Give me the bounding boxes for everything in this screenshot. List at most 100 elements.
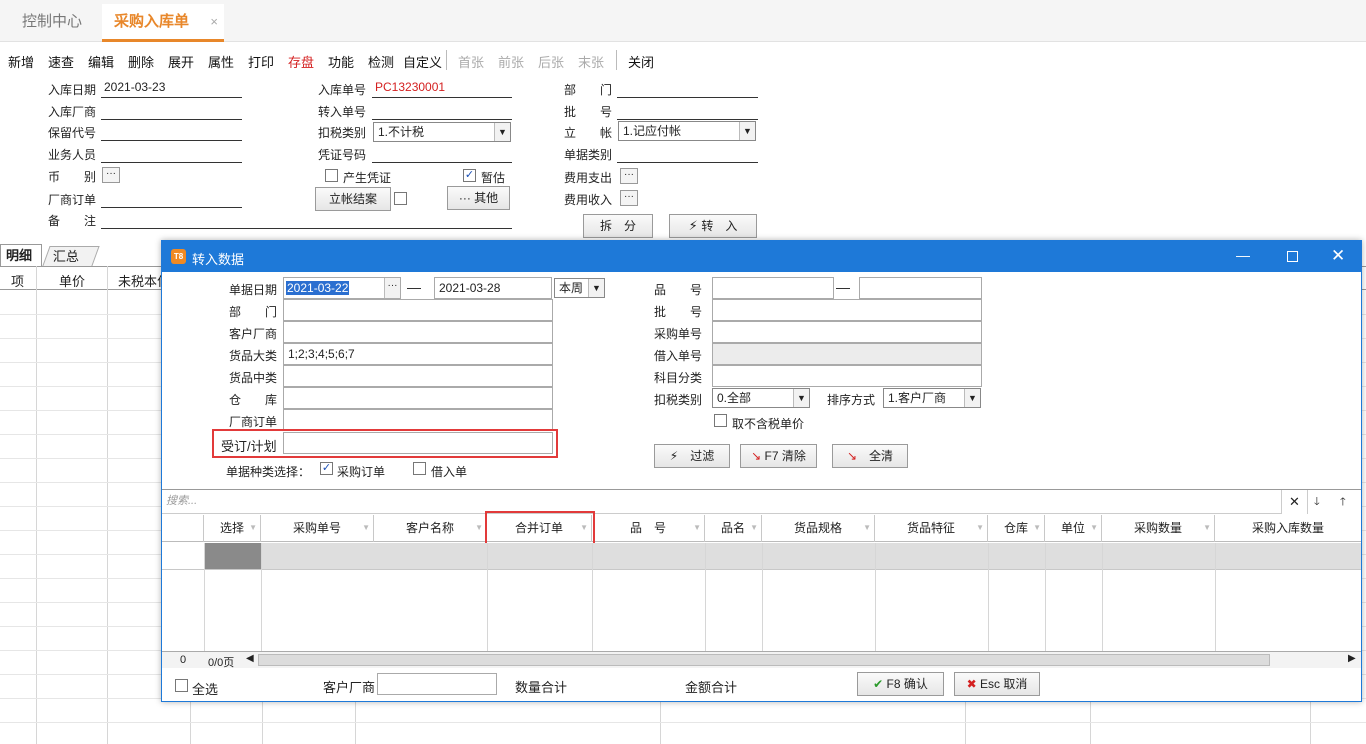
- col-item-feature[interactable]: 货品特征 ▼: [875, 515, 988, 542]
- other-button[interactable]: ··· 其他: [447, 186, 510, 210]
- clear-button[interactable]: ↘ F7 清除: [740, 444, 817, 468]
- subject-class-filter[interactable]: [712, 365, 982, 387]
- tab-purchase-receipt[interactable]: 采购入库单 ×: [102, 4, 224, 42]
- po-checkbox[interactable]: ✓: [320, 462, 333, 475]
- toolbar-save[interactable]: 存盘: [288, 52, 314, 71]
- cancel-button[interactable]: ✖ Esc 取消: [954, 672, 1040, 696]
- col-unit[interactable]: 单位 ▼: [1045, 515, 1102, 542]
- salesperson-field[interactable]: [101, 143, 242, 163]
- supplier-field[interactable]: [101, 100, 242, 120]
- tab-summary[interactable]: 汇总: [42, 246, 100, 266]
- col-warehouse[interactable]: 仓库 ▼: [988, 515, 1045, 542]
- currency-picker-button[interactable]: ···: [102, 167, 120, 183]
- toolbar-delete[interactable]: 删除: [128, 52, 154, 71]
- toolbar-new[interactable]: 新增: [8, 52, 34, 71]
- department-filter[interactable]: [283, 299, 553, 321]
- item-subcategory-filter[interactable]: [283, 365, 553, 387]
- toolbar-close[interactable]: 关闭: [628, 52, 654, 71]
- toolbar-properties[interactable]: 属性: [208, 52, 234, 71]
- col-select[interactable]: 选择 ▼: [204, 515, 261, 542]
- tab-detail[interactable]: 明细: [0, 244, 42, 266]
- label-remark: 备 注: [48, 214, 97, 228]
- toolbar-last[interactable]: 末张: [578, 52, 604, 71]
- toolbar-expand[interactable]: 展开: [168, 52, 194, 71]
- tax-type-filter[interactable]: 0.全部 ▼: [712, 388, 810, 408]
- arrow-down-icon[interactable]: 🡓: [1314, 493, 1320, 512]
- customer-footer-input[interactable]: [377, 673, 497, 695]
- col-item-spec[interactable]: 货品规格 ▼: [762, 515, 875, 542]
- batch-filter[interactable]: [712, 299, 982, 321]
- gen-voucher-checkbox[interactable]: [325, 169, 338, 182]
- item-no-to[interactable]: [859, 277, 982, 299]
- toolbar-check[interactable]: 检测: [368, 52, 394, 71]
- item-category-filter[interactable]: 1;2;3;4;5;6;7: [283, 343, 553, 365]
- close-tab-icon[interactable]: ×: [210, 4, 218, 40]
- select-all-checkbox[interactable]: [175, 679, 188, 692]
- toolbar-customize[interactable]: 自定义: [403, 52, 442, 71]
- col-item-no[interactable]: 品 号 ▼: [592, 515, 705, 542]
- transfer-no-field[interactable]: [372, 100, 512, 120]
- period-value: 本周: [559, 281, 584, 295]
- toolbar-edit[interactable]: 编辑: [88, 52, 114, 71]
- col-po-qty[interactable]: 采购数量 ▼: [1102, 515, 1215, 542]
- col-item-feature-label: 货品特征: [906, 521, 955, 535]
- doc-category-field[interactable]: [617, 143, 758, 163]
- horizontal-scrollbar[interactable]: [258, 654, 1270, 666]
- supplier-order-field[interactable]: [101, 188, 242, 208]
- clear-search-icon[interactable]: ✕: [1289, 494, 1300, 510]
- date-to-field[interactable]: 2021-03-28: [434, 277, 552, 299]
- estimate-checkbox[interactable]: ✓: [463, 169, 476, 182]
- warehouse-filter[interactable]: [283, 387, 553, 409]
- toolbar-functions[interactable]: 功能: [328, 52, 354, 71]
- department-field[interactable]: [617, 78, 758, 98]
- toolbar-next[interactable]: 后张: [538, 52, 564, 71]
- settle-button[interactable]: 立帐结案: [315, 187, 391, 211]
- col-po-no[interactable]: 采购单号 ▼: [261, 515, 374, 542]
- receipt-date-field[interactable]: 2021-03-23: [101, 78, 242, 98]
- remark-field[interactable]: [101, 209, 512, 229]
- transfer-in-label: 转 入: [701, 219, 738, 233]
- date-from-picker-icon[interactable]: ···: [384, 278, 400, 298]
- minimize-icon[interactable]: —: [1236, 247, 1250, 263]
- reserve-code-field[interactable]: [101, 121, 242, 141]
- transfer-in-button[interactable]: ⚡ 转 入: [669, 214, 757, 238]
- sort-select[interactable]: 1.客户厂商 ▼: [883, 388, 981, 408]
- clear-all-button[interactable]: ↘ 全清: [832, 444, 908, 468]
- col-customer-name[interactable]: 客户名称 ▼: [374, 515, 487, 542]
- close-icon[interactable]: ✕: [1331, 246, 1345, 266]
- tax-type-select[interactable]: 1.不计税 ▼: [373, 122, 511, 142]
- date-from-field[interactable]: 2021-03-22 ···: [283, 277, 401, 299]
- maximize-icon[interactable]: [1287, 251, 1298, 262]
- borrow-checkbox[interactable]: [413, 462, 426, 475]
- toolbar-first[interactable]: 首张: [458, 52, 484, 71]
- expense-out-button[interactable]: ···: [620, 168, 638, 184]
- settle-checkbox[interactable]: [394, 192, 407, 205]
- po-no-filter[interactable]: [712, 321, 982, 343]
- supplier-order-filter[interactable]: [283, 409, 553, 431]
- tab-control-center[interactable]: 控制中心: [10, 4, 94, 42]
- expense-in-button[interactable]: ···: [620, 190, 638, 206]
- toolbar-print[interactable]: 打印: [248, 52, 274, 71]
- account-select[interactable]: 1.记应付帐 ▼: [618, 121, 756, 141]
- split-button[interactable]: 拆 分: [583, 214, 653, 238]
- no-tax-price-checkbox[interactable]: [714, 414, 727, 427]
- selected-cell[interactable]: [204, 543, 261, 569]
- scroll-left-icon[interactable]: ◀: [246, 653, 254, 664]
- receipt-no-field[interactable]: PC13230001: [372, 78, 512, 98]
- voucher-no-field[interactable]: [372, 143, 512, 163]
- scroll-right-icon[interactable]: ▶: [1348, 653, 1356, 664]
- col-received-qty[interactable]: 采购入库数量: [1215, 515, 1361, 542]
- toolbar-quick-search[interactable]: 速查: [48, 52, 74, 71]
- grid-search-input[interactable]: 搜索...: [162, 490, 1282, 514]
- table-row[interactable]: [204, 543, 1361, 569]
- label-item-category: 货品大类: [229, 349, 278, 363]
- batch-no-field[interactable]: [617, 100, 758, 120]
- col-item-name[interactable]: 品名 ▼: [705, 515, 762, 542]
- toolbar-prev[interactable]: 前张: [498, 52, 524, 71]
- filter-button[interactable]: ⚡ 过滤: [654, 444, 730, 468]
- period-select[interactable]: 本周 ▼: [554, 278, 605, 298]
- item-no-from[interactable]: [712, 277, 834, 299]
- confirm-button[interactable]: ✔ F8 确认: [857, 672, 944, 696]
- customer-filter[interactable]: [283, 321, 553, 343]
- arrow-up-icon[interactable]: 🡑: [1340, 493, 1346, 512]
